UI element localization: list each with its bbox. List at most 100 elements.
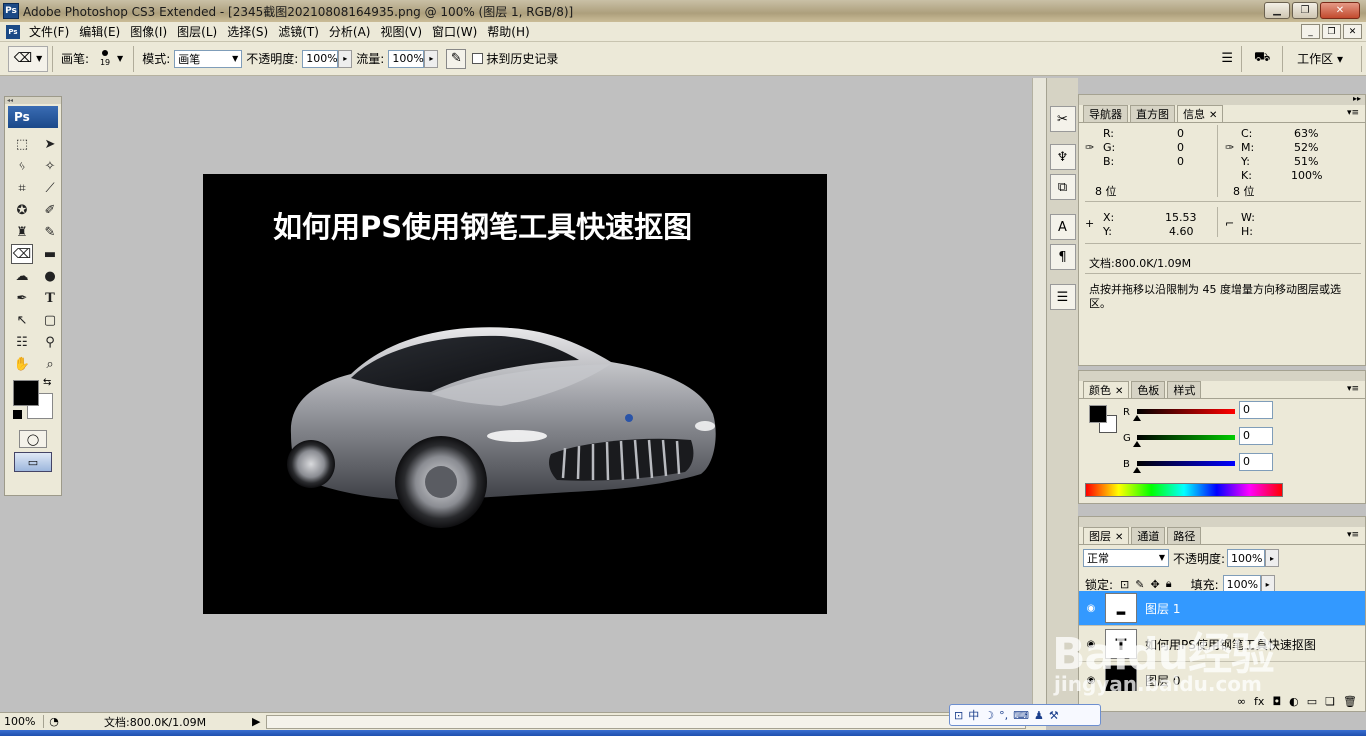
menu-edit[interactable]: 编辑(E) (74, 22, 125, 42)
quick-mask-button[interactable]: ◯ (19, 430, 47, 448)
lock-position-icon[interactable]: ✥ (1150, 578, 1159, 591)
menu-window[interactable]: 窗口(W) (427, 22, 482, 42)
g-slider-thumb[interactable] (1133, 441, 1141, 447)
brush-picker[interactable]: 19 (93, 46, 117, 72)
zoom-tool-icon[interactable]: ⌕ (39, 354, 61, 374)
tab-navigator[interactable]: 导航器 (1083, 105, 1128, 122)
tab-layers[interactable]: 图层 ✕ (1083, 527, 1130, 544)
wrench-icon[interactable]: ⚒ (1049, 709, 1059, 722)
maximize-button[interactable]: ❐ (1292, 2, 1318, 19)
layer-style-icon[interactable]: fx (1254, 695, 1264, 708)
lock-all-icon[interactable]: 🔒︎ (1166, 577, 1172, 591)
b-slider[interactable] (1137, 461, 1235, 466)
adjustment-layer-icon[interactable]: ◐ (1289, 695, 1299, 708)
default-colors-icon[interactable] (13, 410, 22, 419)
palette-well-icon[interactable]: ☰ (1217, 49, 1237, 69)
r-slider[interactable] (1137, 409, 1235, 414)
menu-layer[interactable]: 图层(L) (172, 22, 222, 42)
g-slider[interactable] (1137, 435, 1235, 440)
tab-color[interactable]: 颜色 ✕ (1083, 381, 1130, 398)
layer-row[interactable]: ◉ T 如何用PS使用钢笔工具快速抠图 (1079, 627, 1365, 662)
ime-language[interactable]: 中 (968, 707, 979, 723)
lock-transparent-icon[interactable]: ⊡ (1120, 578, 1129, 591)
type-tool-icon[interactable]: T (39, 288, 61, 308)
magic-wand-tool-icon[interactable]: ✧ (39, 156, 61, 176)
color-ramp[interactable] (1085, 483, 1283, 497)
link-layers-icon[interactable]: ∞ (1237, 695, 1246, 708)
flow-input[interactable]: 100% (388, 49, 425, 68)
flow-slider-toggle[interactable]: ▸ (424, 49, 439, 68)
opacity-input[interactable]: 100% (302, 49, 339, 68)
vertical-scrollbar[interactable] (1032, 78, 1046, 712)
healing-brush-icon[interactable]: ✪ (11, 200, 33, 220)
tab-channels[interactable]: 通道 (1131, 527, 1166, 544)
panel-grip[interactable] (1079, 371, 1365, 381)
ime-logo-icon[interactable]: ⊡ (954, 709, 963, 722)
layer-mask-icon[interactable]: ◘ (1272, 695, 1281, 708)
tab-histogram[interactable]: 直方图 (1130, 105, 1175, 122)
screen-mode-button[interactable]: ▭ (14, 452, 52, 472)
menu-analysis[interactable]: 分析(A) (324, 22, 376, 42)
paragraph-icon[interactable]: ¶ (1049, 244, 1076, 270)
eye-icon[interactable]: ◉ (1083, 603, 1099, 614)
horizontal-scrollbar[interactable] (266, 714, 1026, 729)
tool-preset-picker[interactable]: ⌫ ▼ (8, 45, 48, 72)
panel-menu-icon[interactable]: ▾≡ (1347, 384, 1359, 394)
status-arrow-icon[interactable]: ▶ (252, 715, 266, 728)
tools-preset-icon[interactable]: ✂ (1049, 106, 1076, 132)
r-value-input[interactable]: 0 (1239, 401, 1273, 419)
mode-select[interactable]: 画笔 ▼ (174, 49, 243, 68)
brush-tool-icon[interactable]: ✐ (39, 200, 61, 220)
document-canvas[interactable]: 如何用PS使用钢笔工具快速抠图 (203, 174, 827, 614)
history-checkbox[interactable] (472, 53, 484, 64)
close-icon[interactable]: ✕ (1115, 386, 1123, 397)
layer-opacity-toggle[interactable]: ▸ (1265, 549, 1280, 567)
layer-comps-icon[interactable]: ☰ (1049, 284, 1076, 310)
doc-minimize-button[interactable]: _ (1301, 24, 1320, 39)
opacity-slider-toggle[interactable]: ▸ (338, 49, 353, 68)
eraser-tool-icon[interactable]: ⌫ (11, 244, 33, 264)
lock-image-icon[interactable]: ✎ (1135, 578, 1144, 591)
hand-tool-icon[interactable]: ✋ (11, 354, 33, 374)
foreground-color[interactable] (13, 380, 39, 406)
new-layer-icon[interactable]: ❏ (1325, 695, 1335, 708)
character-icon[interactable]: A (1049, 214, 1076, 240)
panel-menu-icon[interactable]: ▾≡ (1347, 530, 1359, 540)
tab-info[interactable]: 信息 ✕ (1177, 105, 1224, 122)
menu-file[interactable]: 文件(F) (24, 22, 74, 42)
r-slider-thumb[interactable] (1133, 415, 1141, 421)
blend-mode-select[interactable]: 正常 ▼ (1083, 549, 1169, 567)
tab-swatches[interactable]: 色板 (1131, 381, 1166, 398)
tab-paths[interactable]: 路径 (1167, 527, 1202, 544)
menu-image[interactable]: 图像(I) (125, 22, 172, 42)
gradient-tool-icon[interactable]: ▬ (39, 244, 61, 264)
slice-tool-icon[interactable]: ⟋ (39, 178, 61, 198)
menu-view[interactable]: 视图(V) (375, 22, 427, 42)
crop-tool-icon[interactable]: ⌗ (11, 178, 33, 198)
punctuation-icon[interactable]: °, (999, 709, 1008, 722)
panel-grip[interactable] (1079, 517, 1365, 527)
menu-filter[interactable]: 滤镜(T) (273, 22, 324, 42)
close-button[interactable]: ✕ (1320, 2, 1360, 19)
zoom-level[interactable]: 100% (0, 715, 44, 728)
clone-source-icon[interactable]: ⧉ (1049, 174, 1076, 200)
airbrush-icon[interactable]: ✎ (446, 48, 467, 69)
user-icon[interactable]: ♟ (1034, 709, 1044, 722)
path-selection-icon[interactable]: ↖ (11, 310, 33, 330)
app-menu-icon[interactable]: Ps (6, 24, 20, 39)
blur-tool-icon[interactable]: ☁ (11, 266, 33, 286)
marquee-tool-icon[interactable]: ⬚ (11, 134, 33, 154)
panel-menu-icon[interactable]: ▾≡ (1347, 108, 1359, 118)
moon-icon[interactable]: ☽ (984, 709, 994, 722)
swap-colors-icon[interactable]: ⇆ (43, 377, 51, 388)
brushes-icon[interactable]: ♆ (1049, 144, 1076, 170)
doc-close-button[interactable]: ✕ (1343, 24, 1362, 39)
close-icon[interactable]: ✕ (1115, 532, 1123, 543)
chevron-down-icon[interactable]: ▼ (117, 54, 123, 63)
lasso-tool-icon[interactable]: ᛃ (11, 156, 33, 176)
layer-opacity-input[interactable]: 100% (1227, 549, 1266, 567)
shape-tool-icon[interactable]: ▢ (39, 310, 61, 330)
panel-grip[interactable]: ▸▸ (1079, 94, 1365, 105)
minimize-button[interactable]: ▁ (1264, 2, 1290, 19)
group-icon[interactable]: ▭ (1307, 695, 1317, 708)
